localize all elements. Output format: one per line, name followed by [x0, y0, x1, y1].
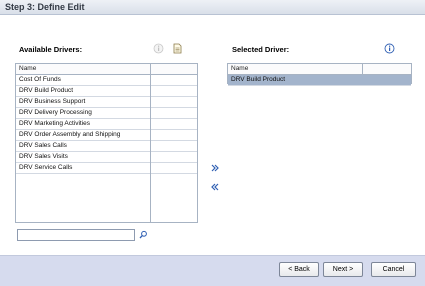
available-drivers-title: Available Drivers: [19, 45, 83, 54]
search-icon[interactable] [139, 230, 148, 239]
selected-driver-title: Selected Driver: [232, 45, 290, 54]
list-item[interactable]: DRV Delivery Processing [16, 108, 197, 119]
selected-rows: DRV Build Product [228, 75, 411, 86]
list-item[interactable]: DRV Sales Calls [16, 141, 197, 152]
list-item[interactable]: DRV Business Support [16, 97, 197, 108]
list-item[interactable]: DRV Sales Visits [16, 152, 197, 163]
next-button[interactable]: Next > [323, 262, 363, 277]
selected-column-name[interactable]: Name [231, 65, 248, 72]
cancel-button[interactable]: Cancel [371, 262, 416, 277]
selected-grid-header: Name [228, 64, 411, 75]
back-button[interactable]: < Back [279, 262, 319, 277]
list-item[interactable]: DRV Build Product [228, 75, 411, 86]
info-icon[interactable] [153, 43, 164, 54]
list-item[interactable]: DRV Service Calls [16, 163, 197, 174]
document-icon[interactable] [172, 43, 183, 54]
available-grid-header: Name [16, 64, 197, 75]
info-icon[interactable] [384, 43, 395, 54]
list-item[interactable]: DRV Order Assembly and Shipping [16, 130, 197, 141]
column-separator [150, 64, 151, 74]
selected-driver-grid: Name DRV Build Product [227, 63, 412, 86]
available-rows: Cost Of Funds DRV Build Product DRV Busine… [16, 75, 197, 174]
list-item[interactable]: DRV Build Product [16, 86, 197, 97]
column-separator [362, 64, 363, 74]
page-title: Step 3: Define Edit [5, 2, 85, 12]
double-chevron-left-icon[interactable] [210, 182, 220, 192]
list-item[interactable]: DRV Marketing Activities [16, 119, 197, 130]
column-separator [150, 75, 151, 223]
list-item[interactable]: Cost Of Funds [16, 75, 197, 86]
double-chevron-right-icon[interactable] [210, 163, 220, 173]
available-drivers-grid: Name Cost Of Funds DRV Build Product DRV B… [15, 63, 198, 223]
search-input[interactable] [17, 229, 135, 241]
available-column-name[interactable]: Name [19, 65, 36, 72]
wizard-title-bar: Step 3: Define Edit [0, 0, 425, 15]
